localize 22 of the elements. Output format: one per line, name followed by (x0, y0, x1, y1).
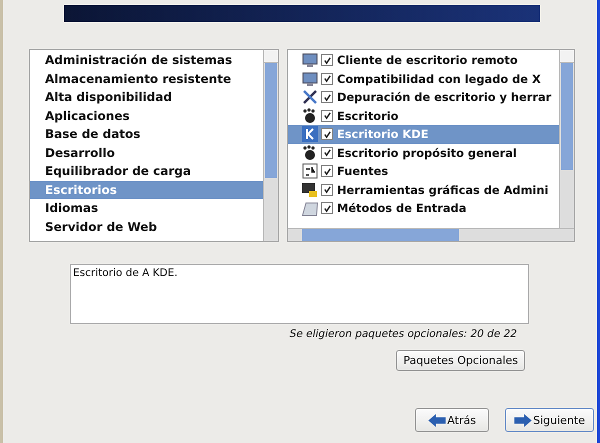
package-item[interactable]: Herramientas gráficas de Admini (337, 180, 548, 199)
next-button[interactable]: Siguiente (505, 408, 594, 432)
group-item[interactable]: Idiomas (30, 199, 263, 218)
group-item[interactable]: Almacenamiento resistente (30, 70, 263, 88)
package-item[interactable]: Fuentes (337, 162, 388, 180)
group-item[interactable]: Equilibrador de carga (30, 162, 263, 180)
description-box: Escritorio de A KDE. (70, 264, 529, 324)
group-item[interactable]: Alta disponibilidad (30, 88, 263, 106)
package-item[interactable]: Métodos de Entrada (337, 199, 466, 218)
package-item[interactable]: Compatibilidad con legado de X (337, 70, 541, 88)
group-item[interactable]: Servidor de Web (30, 218, 263, 236)
group-item[interactable]: Desarrollo (30, 144, 263, 162)
selection-summary: Se eligieron paquetes opcionales: 20 de 22 (288, 328, 517, 340)
group-item[interactable]: Administración de sistemas (30, 51, 263, 70)
group-item[interactable]: Base de datos (30, 125, 263, 144)
package-item[interactable]: Escritorio propósito general (337, 144, 517, 162)
optional-packages-button[interactable]: Paquetes Opcionales (396, 350, 525, 371)
package-item[interactable]: Cliente de escritorio remoto (337, 51, 518, 70)
group-item[interactable]: Aplicaciones (30, 106, 263, 125)
package-item[interactable]: Depuración de escritorio y herrar (337, 88, 552, 106)
package-item[interactable]: Escritorio (337, 106, 398, 125)
back-button[interactable]: Atrás (415, 408, 490, 432)
